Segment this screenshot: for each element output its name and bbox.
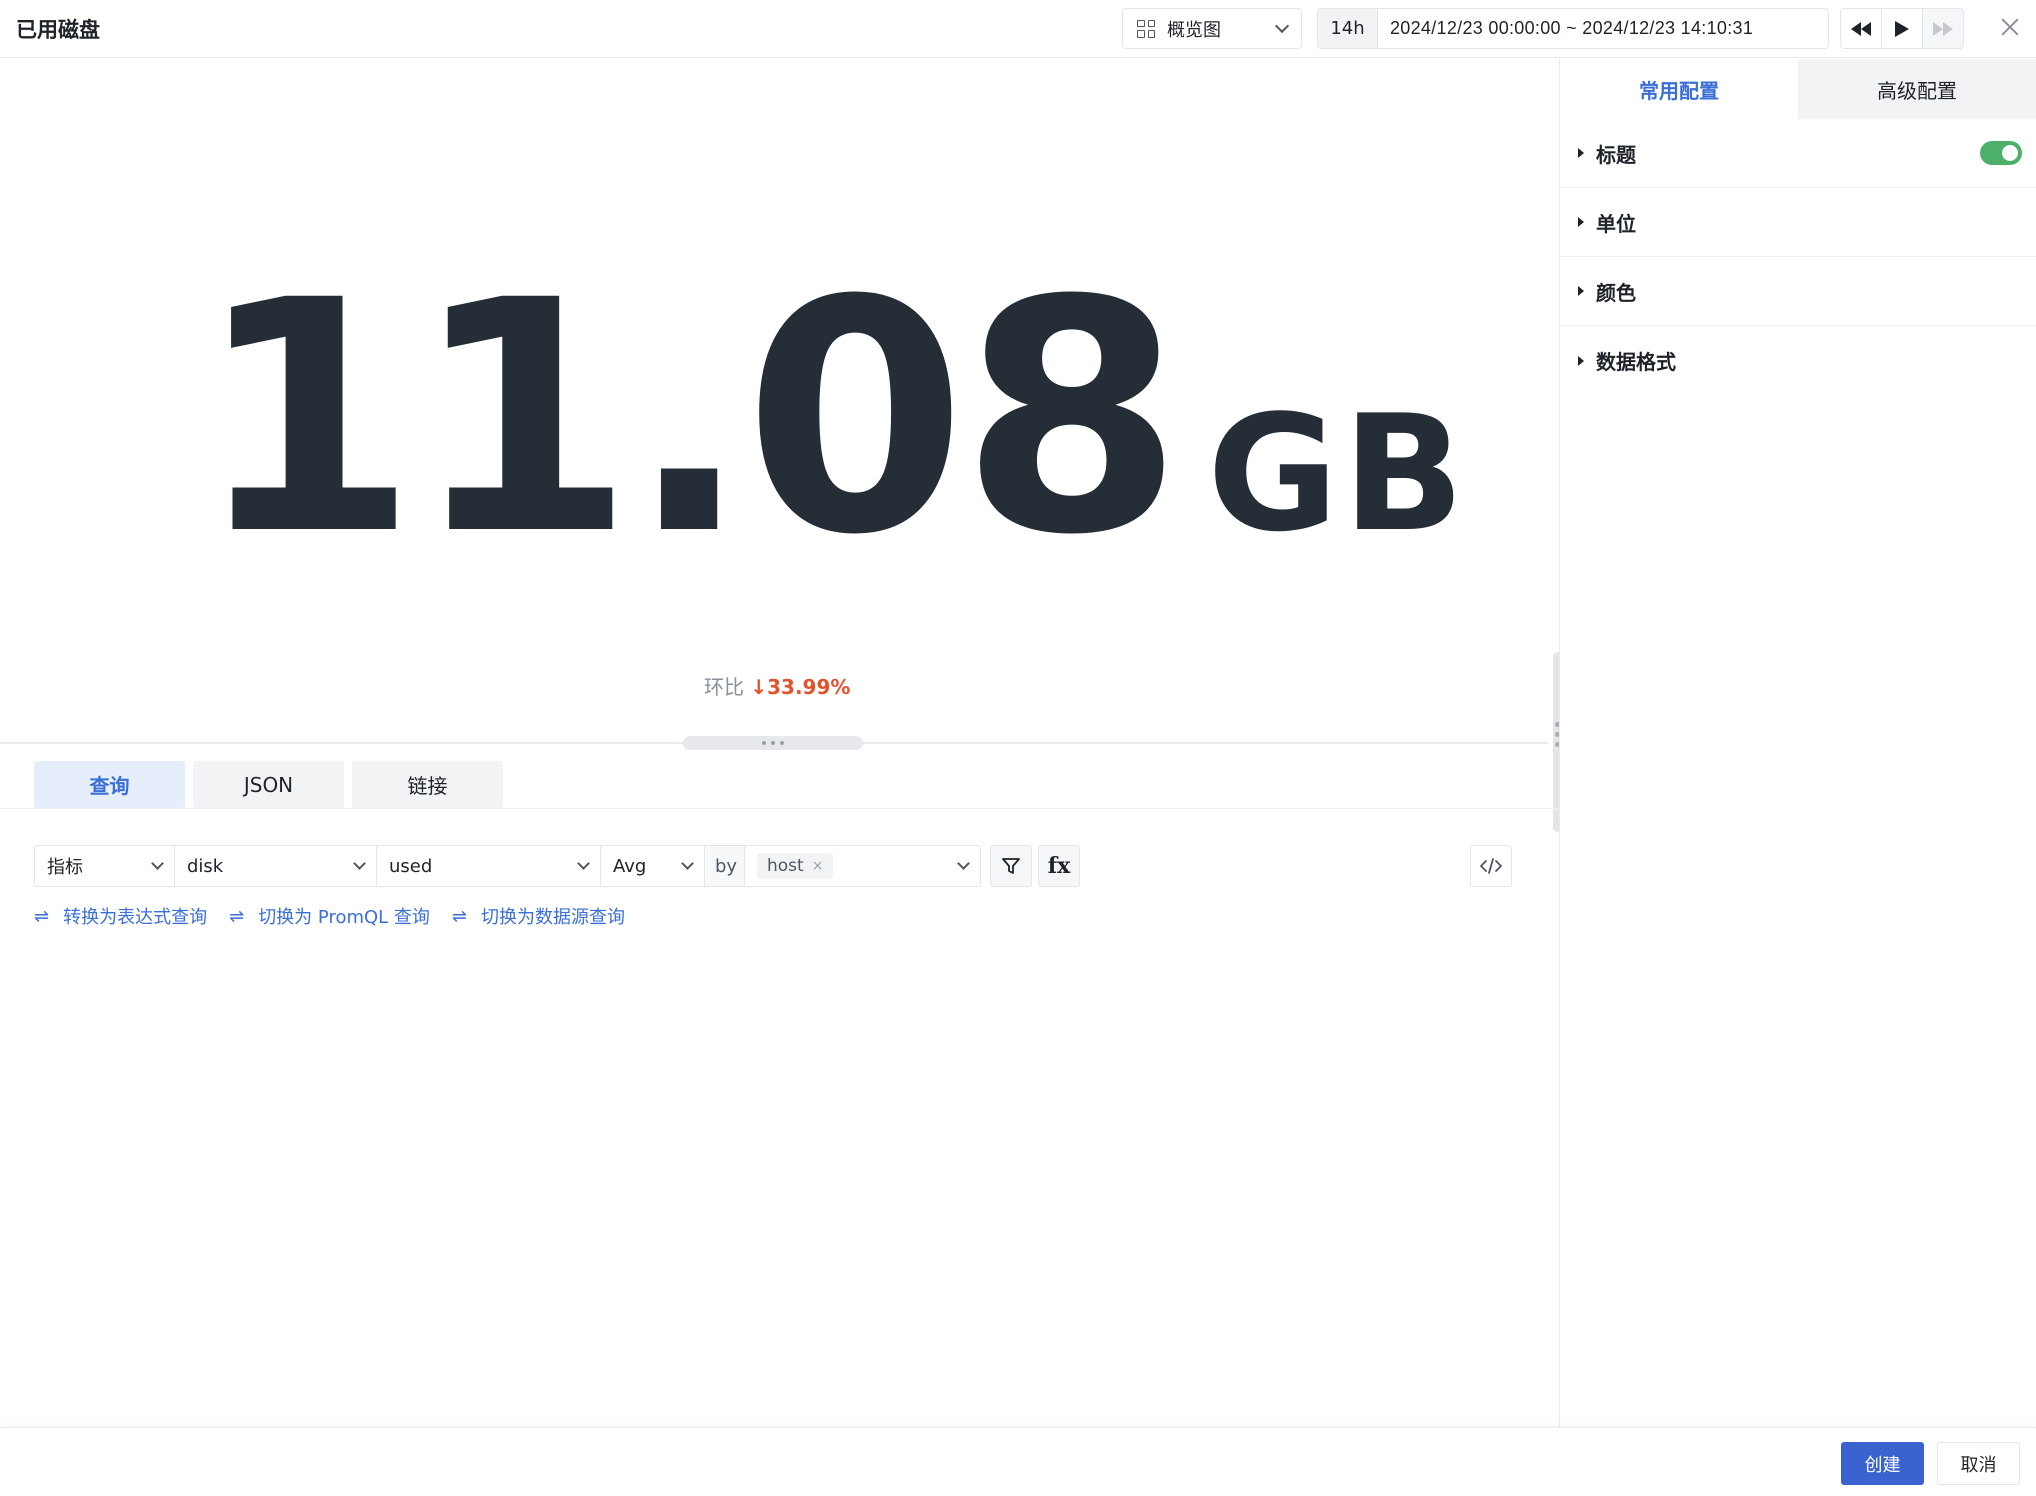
- value-unit: GB: [1207, 380, 1469, 567]
- aggregation-value: Avg: [613, 855, 647, 877]
- query-switch-links: ⇌ 转换为表达式查询 ⇌ 切换为 PromQL 查询 ⇌ 切换为数据源查询: [34, 903, 625, 929]
- query-tabs: 查询 JSON 链接: [34, 761, 503, 808]
- tab-advanced-config[interactable]: 高级配置: [1798, 59, 2036, 119]
- play-button[interactable]: [1882, 9, 1923, 48]
- query-type-value: 指标: [47, 857, 83, 878]
- measurement-select[interactable]: disk: [174, 845, 376, 887]
- caret-right-icon: [1578, 148, 1584, 158]
- section-title-label: 标题: [1596, 142, 1636, 167]
- view-type-select[interactable]: 概览图: [1122, 8, 1302, 49]
- caret-right-icon: [1578, 355, 1584, 366]
- rewind-icon: [1851, 21, 1871, 36]
- switch-icon: ⇌: [229, 905, 245, 927]
- field-select[interactable]: used: [376, 845, 600, 887]
- code-icon: [1480, 858, 1502, 874]
- fast-forward-button[interactable]: [1923, 9, 1963, 48]
- switch-icon: ⇌: [34, 905, 50, 927]
- view-type-value: 概览图: [1167, 19, 1221, 41]
- query-type-select[interactable]: 指标: [34, 845, 174, 887]
- switch-to-expression-label: 转换为表达式查询: [63, 907, 208, 928]
- play-icon: [1895, 20, 1909, 37]
- section-title[interactable]: 标题: [1560, 119, 2036, 188]
- section-data-format[interactable]: 数据格式: [1560, 326, 2036, 395]
- switch-to-datasource-label: 切换为数据源查询: [481, 907, 626, 928]
- chevron-down-icon: [577, 857, 590, 870]
- splitter-handle[interactable]: [683, 736, 863, 750]
- filter-button[interactable]: [990, 845, 1032, 887]
- by-label: by: [704, 845, 744, 887]
- code-view-button[interactable]: [1470, 845, 1512, 887]
- query-builder-row: 指标 disk used Avg by host ×: [34, 845, 981, 887]
- filter-icon: [1002, 858, 1020, 874]
- tab-link[interactable]: 链接: [352, 761, 503, 808]
- section-unit[interactable]: 单位: [1560, 188, 2036, 257]
- section-data-format-label: 数据格式: [1596, 350, 1676, 374]
- measurement-value: disk: [187, 855, 224, 877]
- caret-right-icon: [1578, 286, 1584, 296]
- time-range-text[interactable]: 2024/12/23 00:00:00 ~ 2024/12/23 14:10:3…: [1378, 18, 1753, 39]
- field-value: used: [389, 855, 433, 877]
- switch-to-promql-label: 切换为 PromQL 查询: [258, 907, 430, 928]
- time-preset[interactable]: 14h: [1318, 9, 1378, 48]
- preview-area: 11.08 GB 环比 ↓33.99%: [0, 59, 1559, 742]
- arrow-down-icon: ↓: [750, 675, 768, 699]
- title-toggle[interactable]: [1980, 141, 2022, 165]
- chevron-down-icon: [353, 857, 366, 870]
- switch-icon: ⇌: [451, 905, 468, 927]
- tab-json[interactable]: JSON: [193, 761, 344, 808]
- config-tabs: 常用配置 高级配置: [1560, 59, 2036, 119]
- period-comparison: 环比 ↓33.99%: [704, 671, 850, 700]
- create-button[interactable]: 创建: [1841, 1442, 1924, 1485]
- tab-query[interactable]: 查询: [34, 761, 185, 808]
- grid-icon: [1137, 19, 1155, 38]
- time-range-picker[interactable]: 14h 2024/12/23 00:00:00 ~ 2024/12/23 14:…: [1317, 8, 1829, 49]
- chevron-down-icon: [151, 857, 164, 870]
- chevron-down-icon: [957, 857, 970, 870]
- section-color[interactable]: 颜色: [1560, 257, 2036, 326]
- tab-common-config[interactable]: 常用配置: [1560, 59, 1798, 119]
- tag-remove-icon[interactable]: ×: [812, 858, 824, 874]
- chevron-down-icon: [681, 857, 694, 870]
- section-color-label: 颜色: [1596, 280, 1636, 305]
- aggregation-select[interactable]: Avg: [600, 845, 704, 887]
- compare-value: 33.99%: [767, 675, 851, 699]
- config-panel: 常用配置 高级配置 标题 单位 颜色 数据格式: [1559, 59, 2036, 1427]
- close-icon[interactable]: [1996, 14, 2024, 42]
- compare-label: 环比: [704, 675, 744, 699]
- tabs-divider: [0, 808, 1559, 809]
- big-number-value: 11.08 GB: [195, 259, 1468, 579]
- header-bar: 已用磁盘 概览图 14h 2024/12/23 00:00:00 ~ 2024/…: [0, 0, 2036, 58]
- switch-to-datasource-link[interactable]: ⇌ 切换为数据源查询: [452, 903, 625, 929]
- value-number: 11.08: [195, 233, 1183, 605]
- group-tag: host ×: [757, 853, 834, 879]
- switch-to-promql-link[interactable]: ⇌ 切换为 PromQL 查询: [229, 903, 430, 929]
- playback-controls: [1840, 8, 1964, 49]
- function-button[interactable]: fx: [1038, 845, 1080, 887]
- cancel-button[interactable]: 取消: [1937, 1442, 2020, 1485]
- chevron-down-icon: [1274, 18, 1290, 34]
- section-unit-label: 单位: [1596, 211, 1636, 236]
- group-tag-label: host: [767, 856, 804, 876]
- page-title: 已用磁盘: [16, 18, 100, 42]
- footer-bar: 创建 取消: [0, 1427, 2036, 1496]
- fast-forward-icon: [1933, 21, 1953, 36]
- switch-to-expression-link[interactable]: ⇌ 转换为表达式查询: [34, 903, 207, 929]
- caret-right-icon: [1578, 217, 1584, 227]
- rewind-button[interactable]: [1841, 9, 1882, 48]
- group-by-select[interactable]: host ×: [744, 845, 981, 887]
